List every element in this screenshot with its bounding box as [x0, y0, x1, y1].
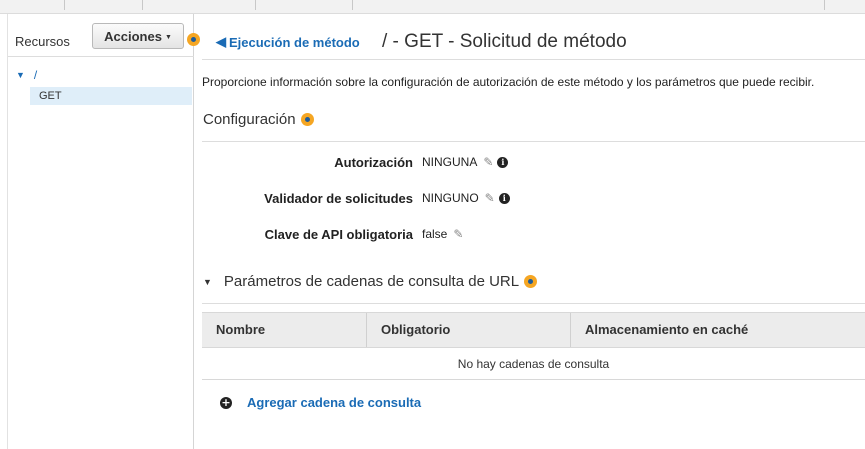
title-divider	[202, 59, 865, 60]
page-description: Proporcione información sobre la configu…	[202, 75, 815, 89]
top-strip-divider	[142, 0, 143, 10]
add-query-string-label: Agregar cadena de consulta	[247, 395, 422, 410]
config-row-request-validator: Validador de solicitudes NINGUNO ✎ i	[194, 189, 865, 207]
config-value: NINGUNA ✎ i	[422, 155, 509, 169]
resources-panel: Recursos Acciones ▼ ▼ / GET	[0, 14, 200, 449]
collapse-triangle-icon: ▼	[203, 276, 212, 287]
info-icon[interactable]: i	[498, 192, 510, 204]
method-request-panel: ◀ Ejecución de método / - GET - Solicitu…	[194, 14, 865, 449]
config-value: false ✎	[422, 227, 463, 241]
query-params-title-text: Parámetros de cadenas de consulta de URL	[223, 273, 520, 290]
config-value-text: false	[422, 227, 448, 241]
panel-divider	[8, 56, 194, 57]
config-label: Validador de solicitudes	[264, 190, 413, 206]
section-divider	[202, 141, 865, 142]
config-value: NINGUNO ✎ i	[422, 191, 510, 205]
pencil-icon[interactable]: ✎	[483, 155, 493, 169]
plus-circle-icon: +	[220, 395, 232, 409]
config-label: Autorización	[334, 154, 413, 170]
tree-item-root-label: /	[33, 68, 38, 82]
pencil-icon[interactable]: ✎	[485, 191, 495, 205]
query-params-section-toggle[interactable]: ▼ Parámetros de cadenas de consulta de U…	[203, 273, 538, 290]
tree-item-root[interactable]: ▼ /	[16, 68, 37, 82]
back-to-method-execution-link[interactable]: ◀ Ejecución de método	[216, 34, 360, 50]
resources-label: Recursos	[15, 34, 70, 49]
expand-triangle-icon[interactable]: ▼	[16, 70, 25, 80]
top-strip	[0, 0, 865, 14]
help-icon[interactable]	[524, 275, 538, 288]
empty-table-message: No hay cadenas de consulta	[202, 348, 865, 380]
info-icon[interactable]: i	[497, 156, 509, 168]
column-header-required: Obligatorio	[367, 313, 571, 347]
column-header-name: Nombre	[202, 313, 367, 347]
config-label: Clave de API obligatoria	[264, 226, 413, 242]
caret-down-icon: ▼	[164, 33, 172, 41]
top-strip-divider	[255, 0, 256, 10]
arrow-left-icon: ◀	[216, 34, 226, 49]
top-strip-divider	[824, 0, 825, 10]
configuration-title-text: Configuración	[203, 111, 296, 128]
config-row-authorization: Autorización NINGUNA ✎ i	[194, 153, 865, 171]
query-params-table-header: Nombre Obligatorio Almacenamiento en cac…	[202, 312, 865, 348]
config-value-text: NINGUNA	[422, 155, 478, 169]
page-title: / - GET - Solicitud de método	[382, 31, 627, 52]
add-query-string-link[interactable]: + Agregar cadena de consulta	[220, 395, 421, 410]
column-header-caching: Almacenamiento en caché	[585, 322, 749, 337]
panel-edge	[7, 14, 8, 449]
config-row-api-key-required: Clave de API obligatoria false ✎	[194, 225, 865, 243]
actions-button-label: Acciones	[104, 28, 162, 44]
actions-button[interactable]: Acciones ▼	[92, 23, 184, 49]
top-strip-divider	[352, 0, 353, 10]
top-strip-divider	[64, 0, 65, 10]
pencil-icon[interactable]: ✎	[453, 227, 463, 241]
help-icon[interactable]	[300, 113, 314, 126]
config-value-text: NINGUNO	[422, 191, 479, 205]
back-link-label: Ejecución de método	[229, 34, 360, 50]
tree-item-get[interactable]: GET	[30, 87, 192, 105]
section-divider	[202, 303, 865, 304]
configuration-section-title: Configuración	[203, 111, 314, 128]
